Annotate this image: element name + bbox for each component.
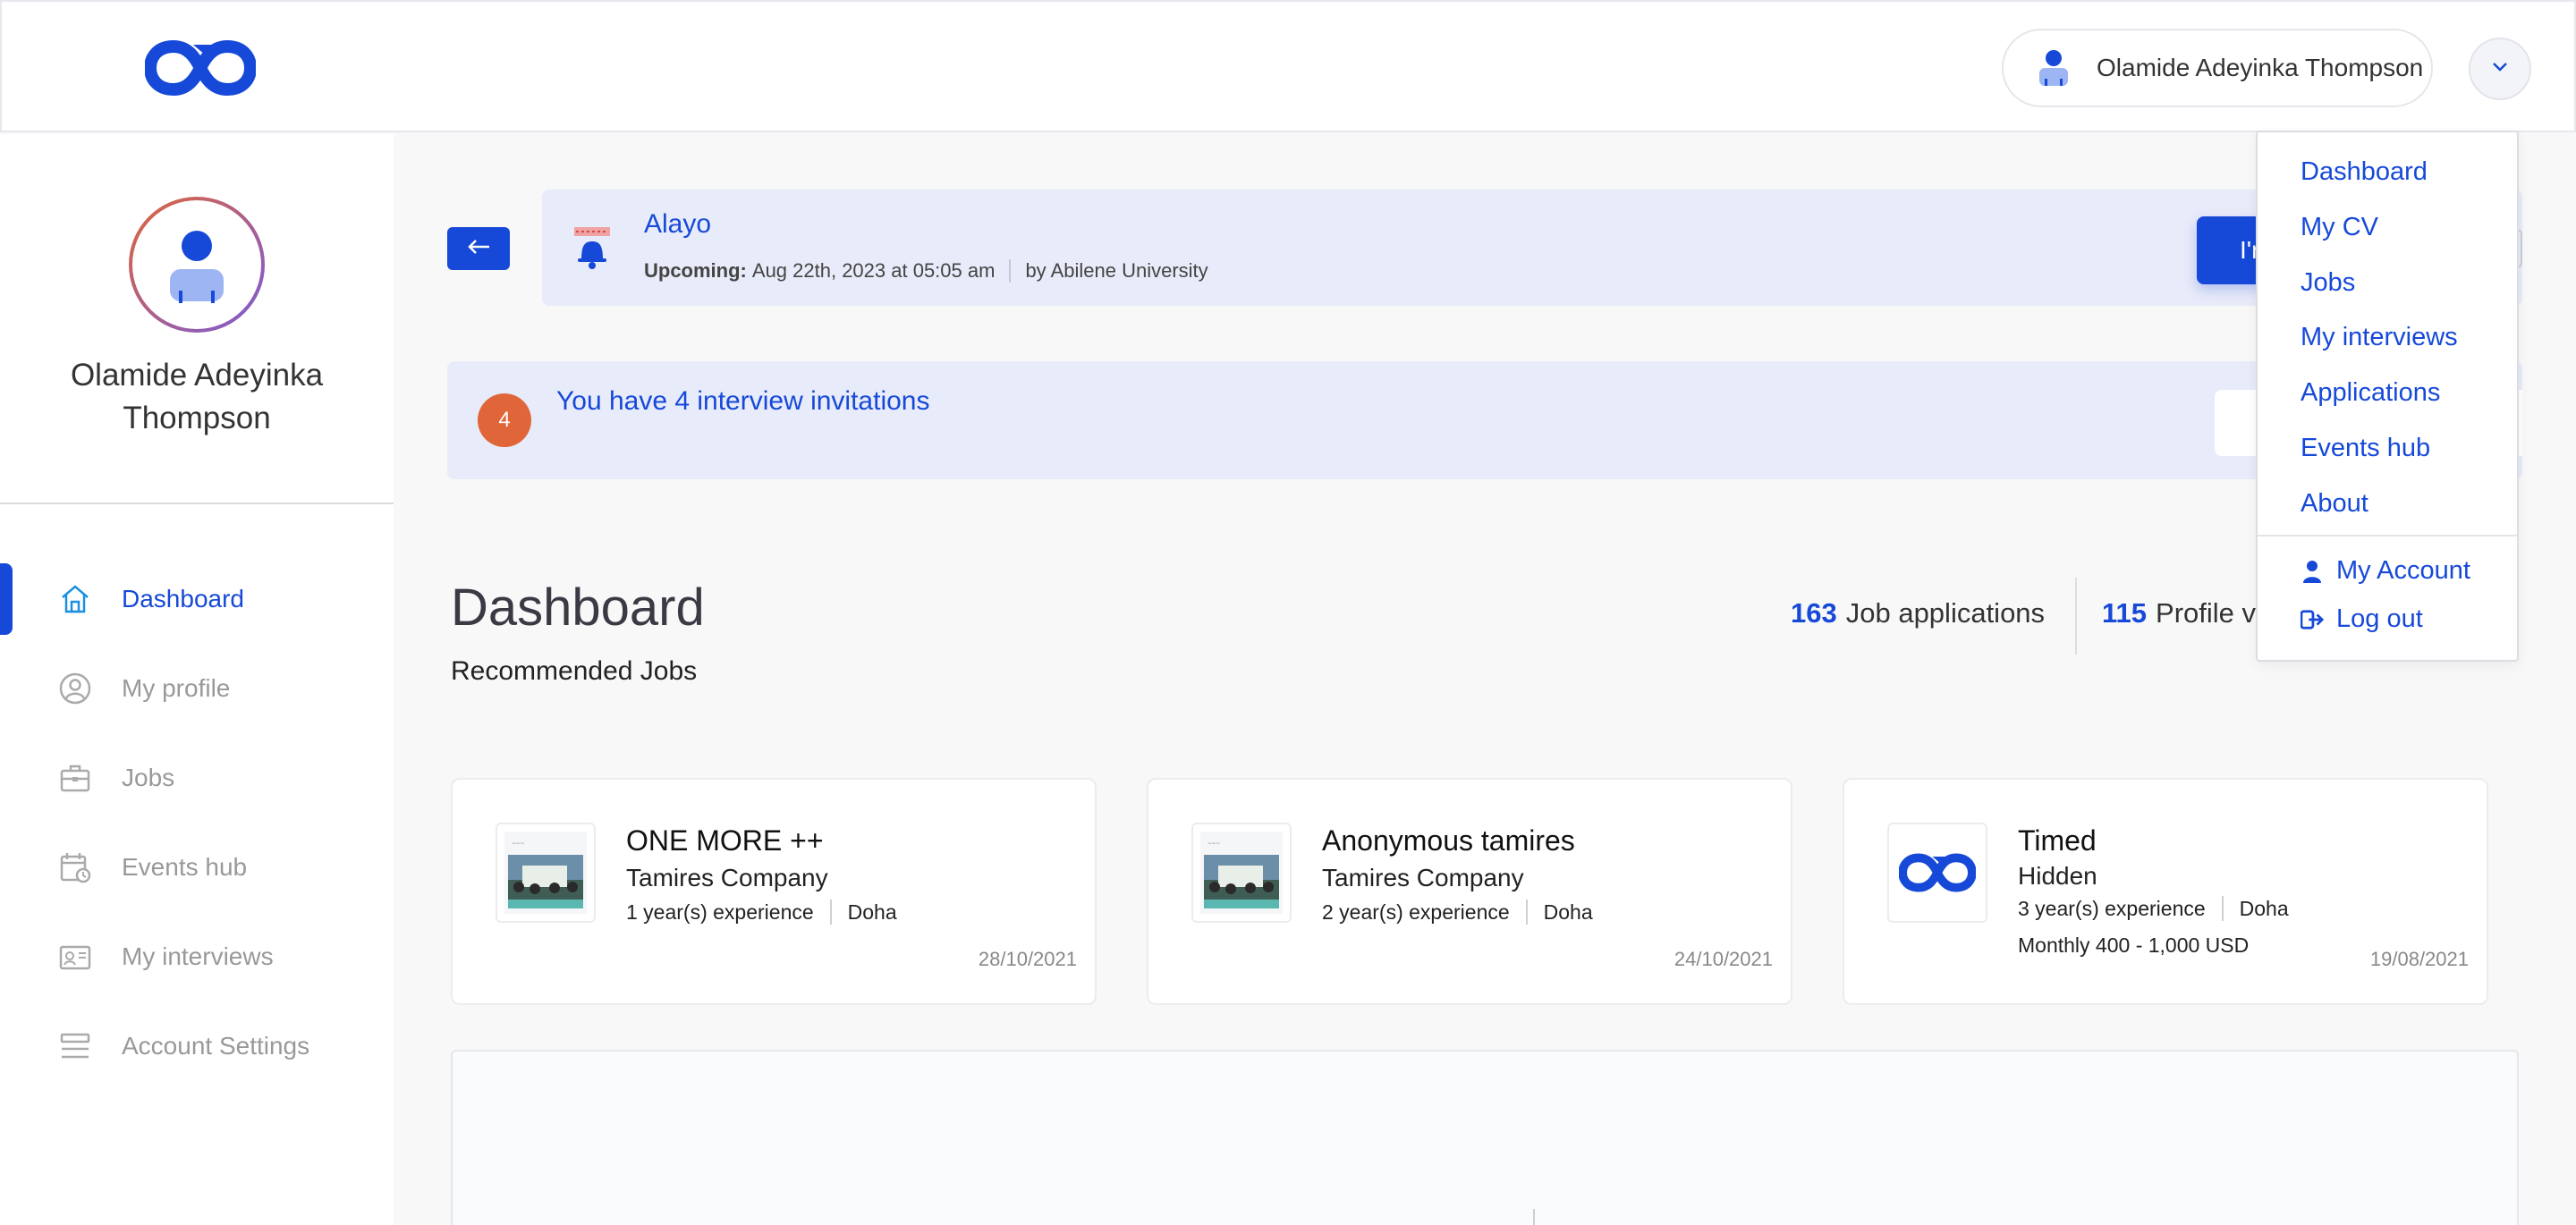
job-card[interactable]: ~~~ Anonymous tamires Tamires Company 2 … [1147,778,1792,1005]
job-salary: Monthly 400 - 1,000 USD [2018,934,2250,957]
job-meta: 2 year(s) experience Doha [1322,900,1593,925]
menu-item-my-cv[interactable]: My CV [2301,213,2378,242]
back-button[interactable] [447,227,510,270]
job-company: Hidden [2018,862,2097,890]
infinity-logo-icon[interactable] [143,38,258,98]
sidebar-item-label: Jobs [122,764,175,791]
menu-item-applications[interactable]: Applications [2301,378,2440,408]
sidebar-item-account-settings[interactable]: Account Settings [0,1001,394,1091]
interview-invitations-banner: 4 You have 4 interview invitations [447,361,2522,479]
menu-item-dashboard[interactable]: Dashboard [2301,157,2428,187]
menu-item-events-hub[interactable]: Events hub [2301,434,2430,463]
menu-item-jobs[interactable]: Jobs [2301,268,2355,298]
logout-icon [2301,607,2324,632]
job-location: Doha [847,900,897,924]
svg-text:~~~: ~~~ [512,840,524,848]
user-menu-chip[interactable]: Olamide Adeyinka Thompson [2002,29,2433,107]
arrow-left-icon [466,238,491,260]
job-card[interactable]: Timed Hidden 3 year(s) experience Doha M… [1843,778,2488,1005]
sidebar-item-my-profile[interactable]: My profile [0,644,394,733]
event-bell-icon [572,225,612,270]
event-meta: Upcoming: Aug 22th, 2023 at 05:05 am by … [644,259,1208,283]
job-date: 24/10/2021 [1674,948,1773,970]
job-meta: 3 year(s) experience Doha [2018,896,2289,921]
upcoming-label: Upcoming: [644,259,747,282]
chevron-down-icon [2491,61,2509,77]
calendar-clock-icon [57,849,93,885]
user-avatar-icon [2029,43,2079,93]
user-dropdown-menu: Dashboard My CV Jobs My interviews Appli… [2256,131,2519,662]
job-meta: 1 year(s) experience Doha [626,900,897,925]
sidebar-item-dashboard[interactable]: Dashboard [0,554,394,644]
stat-label: Job applications [1845,597,2046,629]
user-circle-icon [57,671,93,706]
user-icon [2301,559,2324,584]
job-location: Doha [1543,900,1593,924]
job-card[interactable]: ~~~ ONE MORE ++ Tamires Company 1 year(s… [451,778,1097,1005]
event-datetime: Aug 22th, 2023 at 05:05 am [751,259,996,282]
stat-value: 115 [2102,597,2148,629]
invitation-count-badge: 4 [478,393,531,447]
svg-text:~~~: ~~~ [1208,840,1220,848]
sidebar-item-label: Dashboard [122,585,244,612]
meta-separator [829,900,832,925]
menu-divider [2258,535,2517,536]
job-title: Timed [2018,824,2097,857]
job-date: 19/08/2021 [2369,948,2469,970]
menu-item-my-account[interactable]: My Account [2301,556,2470,586]
sidebar: Olamide Adeyinka Thompson Dashboard My p… [0,134,394,1225]
log-out-label: Log out [2336,604,2423,633]
company-logo-icon [1887,823,1987,923]
job-experience: 3 year(s) experience [2018,896,2206,920]
profile-name: Olamide Adeyinka Thompson [70,358,324,435]
job-experience: 1 year(s) experience [626,900,814,924]
home-icon [57,581,93,617]
dashboard-panel [451,1050,2519,1225]
stat-divider [2075,578,2077,655]
sidebar-item-events-hub[interactable]: Events hub [0,823,394,912]
sidebar-divider [0,503,394,504]
sidebar-item-label: Events hub [122,853,248,881]
invitation-text[interactable]: You have 4 interview invitations [556,386,929,417]
job-experience: 2 year(s) experience [1322,900,1510,924]
job-date: 28/10/2021 [978,948,1077,970]
meta-separator [1525,900,1528,925]
job-title: ONE MORE ++ [626,824,824,857]
job-location: Doha [2239,896,2289,920]
menu-item-log-out[interactable]: Log out [2301,604,2423,634]
company-photo: ~~~ [496,823,596,923]
recommended-jobs-title: Recommended Jobs [451,656,698,686]
job-title: Anonymous tamires [1322,824,1575,857]
job-applications-stat[interactable]: 163 Job applications [1791,597,2045,629]
sidebar-item-my-interviews[interactable]: My interviews [0,912,394,1001]
menu-item-my-interviews[interactable]: My interviews [2301,323,2458,352]
job-company: Tamires Company [1322,864,1524,891]
event-host: by Abilene University [1025,259,1208,282]
event-title[interactable]: Alayo [644,209,711,240]
sidebar-nav: Dashboard My profile Jobs Events hub My … [0,554,394,1091]
interview-icon [57,939,93,975]
briefcase-icon [57,760,93,796]
meta-separator [1009,259,1012,283]
company-photo: ~~~ [1191,823,1292,923]
job-company: Tamires Company [626,864,828,891]
settings-list-icon [57,1028,93,1064]
menu-item-about[interactable]: About [2301,489,2368,519]
stat-value: 163 [1791,597,1837,629]
user-dropdown-toggle[interactable] [2469,38,2531,100]
panel-tick [1533,1209,1535,1225]
page-title: Dashboard [451,579,705,637]
profile-avatar[interactable] [129,197,265,333]
meta-separator [2221,896,2224,921]
sidebar-item-label: My interviews [122,942,274,970]
sidebar-item-jobs[interactable]: Jobs [0,733,394,823]
sidebar-item-label: My profile [122,674,231,702]
user-name: Olamide Adeyinka Thompson [2097,54,2424,81]
my-account-label: My Account [2336,556,2470,585]
sidebar-item-label: Account Settings [122,1032,310,1060]
top-navbar: Olamide Adeyinka Thompson [0,0,2576,132]
